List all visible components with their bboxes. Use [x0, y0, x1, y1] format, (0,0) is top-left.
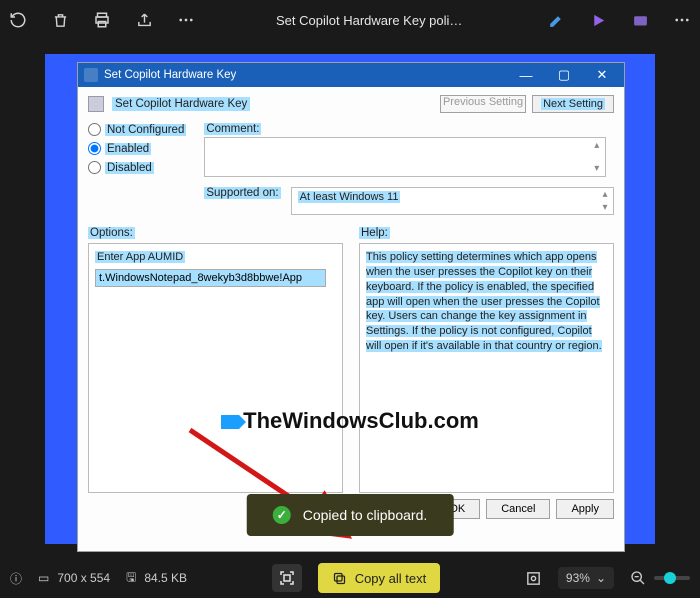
chevron-down-icon: ⌄	[596, 571, 606, 585]
disk-icon: 🖫	[126, 568, 136, 589]
close-button[interactable]: ✕	[586, 64, 618, 86]
folder-icon[interactable]	[630, 10, 650, 30]
apply-button[interactable]: Apply	[556, 499, 614, 519]
edit-icon[interactable]	[546, 10, 566, 30]
check-icon: ✓	[273, 506, 291, 524]
scroll-down-icon[interactable]: ▾	[599, 202, 611, 213]
window-icon	[84, 68, 98, 82]
fit-icon[interactable]	[525, 570, 542, 587]
minimize-button[interactable]: —	[510, 64, 542, 86]
rotate-icon[interactable]	[8, 10, 28, 30]
cancel-button[interactable]: Cancel	[486, 499, 550, 519]
state-radio-group: Not Configured Enabled Disabled	[88, 123, 186, 215]
zoom-dropdown[interactable]: 93% ⌄	[558, 567, 614, 589]
zoom-slider[interactable]	[654, 576, 690, 580]
scroll-down-icon[interactable]: ▾	[591, 163, 603, 174]
supported-label: Supported on:	[204, 187, 280, 199]
maximize-button[interactable]: ▢	[548, 64, 580, 86]
window-title: Set Copilot Hardware Key	[104, 69, 236, 81]
policy-header: Set Copilot Hardware Key	[112, 97, 250, 111]
watermark-flag-icon	[221, 415, 239, 429]
more-right-icon[interactable]	[672, 10, 692, 30]
aumid-label: Enter App AUMID	[95, 251, 185, 263]
comment-label: Comment:	[204, 123, 261, 135]
help-panel: This policy setting determines which app…	[359, 243, 614, 493]
info-icon[interactable]: ⓘ	[10, 570, 22, 587]
gpo-window: Set Copilot Hardware Key — ▢ ✕ Set Copil…	[77, 62, 625, 552]
copy-all-text-button[interactable]: Copy all text	[318, 563, 441, 593]
image-viewer: Set Copilot Hardware Key — ▢ ✕ Set Copil…	[0, 40, 700, 558]
aumid-input[interactable]	[95, 269, 326, 287]
top-toolbar: Set Copilot Hardware Key polic...	[0, 0, 700, 40]
image-canvas: Set Copilot Hardware Key — ▢ ✕ Set Copil…	[45, 54, 655, 544]
scroll-up-icon[interactable]: ▴	[599, 189, 611, 200]
radio-enabled[interactable]: Enabled	[88, 142, 186, 155]
bottom-toolbar: ⓘ ▭ 700 x 554 🖫 84.5 KB Copy all text 93…	[0, 558, 700, 598]
help-label: Help:	[359, 227, 390, 239]
dimensions-text: 700 x 554	[57, 571, 110, 585]
help-text: This policy setting determines which app…	[366, 251, 602, 352]
window-titlebar[interactable]: Set Copilot Hardware Key — ▢ ✕	[78, 63, 624, 87]
next-setting-button[interactable]: Next Setting	[532, 95, 614, 113]
dimensions-icon: ▭	[38, 571, 49, 585]
radio-not-configured[interactable]: Not Configured	[88, 123, 186, 136]
zoom-out-button[interactable]	[630, 570, 646, 586]
options-panel: Enter App AUMID	[88, 243, 343, 493]
comment-textarea[interactable]: ▴ ▾	[204, 137, 605, 177]
document-title: Set Copilot Hardware Key polic...	[276, 13, 466, 28]
filesize-text: 84.5 KB	[144, 571, 187, 585]
toast-text: Copied to clipboard.	[303, 507, 428, 523]
options-label: Options:	[88, 227, 135, 239]
scroll-up-icon[interactable]: ▴	[591, 140, 603, 151]
trash-icon[interactable]	[50, 10, 70, 30]
print-icon[interactable]	[92, 10, 112, 30]
more-icon[interactable]	[176, 10, 196, 30]
share-icon[interactable]	[134, 10, 154, 30]
supported-field: At least Windows 11 ▴ ▾	[291, 187, 614, 215]
clipchamp-icon[interactable]	[588, 10, 608, 30]
radio-disabled[interactable]: Disabled	[88, 161, 186, 174]
watermark: TheWindowsClub.com	[45, 408, 655, 434]
policy-icon	[88, 96, 104, 112]
toast: ✓ Copied to clipboard.	[247, 494, 454, 536]
previous-setting-button[interactable]: Previous Setting	[440, 95, 526, 113]
scan-text-button[interactable]	[272, 564, 302, 592]
